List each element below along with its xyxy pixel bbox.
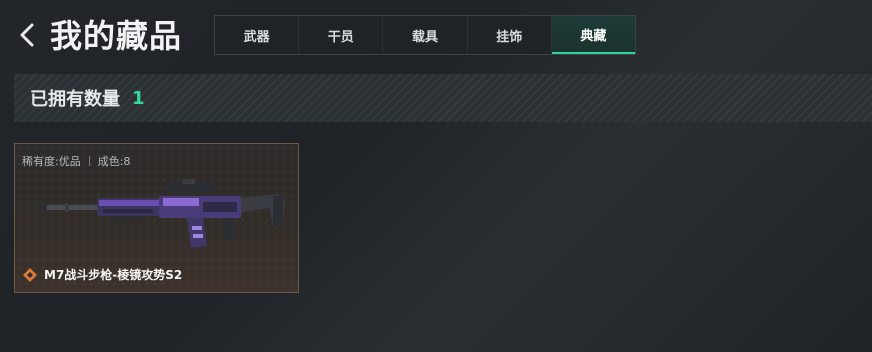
meta-divider (88, 156, 90, 166)
collection-item-card[interactable]: 稀有度:优品 成色:8 M7战斗步枪-棱镜攻势S2 (14, 143, 299, 293)
tab-charms[interactable]: 挂饰 (468, 16, 552, 54)
condition-text: 成色:8 (97, 155, 131, 168)
tab-operators[interactable]: 干员 (299, 16, 384, 54)
item-name: M7战斗步枪-棱镜攻势S2 (44, 268, 183, 282)
owned-count-value: 1 (132, 87, 145, 109)
category-tabs: 武器 干员 载具 挂饰 典藏 (214, 15, 636, 55)
rarity-text: 稀有度:优品 (22, 155, 81, 168)
chevron-left-icon (20, 23, 34, 47)
owned-count-label: 已拥有数量 (30, 89, 120, 110)
owned-count-bar: 已拥有数量 1 (14, 74, 872, 122)
tab-weapons[interactable]: 武器 (215, 16, 300, 54)
diamond-rarity-icon (23, 267, 37, 282)
page-title: 我的藏品 (50, 17, 183, 55)
tab-vehicles[interactable]: 载具 (383, 16, 468, 54)
card-footer: M7战斗步枪-棱镜攻势S2 (23, 266, 182, 283)
back-button[interactable] (14, 20, 40, 50)
rifle-image (37, 179, 285, 248)
card-meta: 稀有度:优品 成色:8 (22, 153, 130, 169)
tab-collection[interactable]: 典藏 (551, 16, 636, 54)
